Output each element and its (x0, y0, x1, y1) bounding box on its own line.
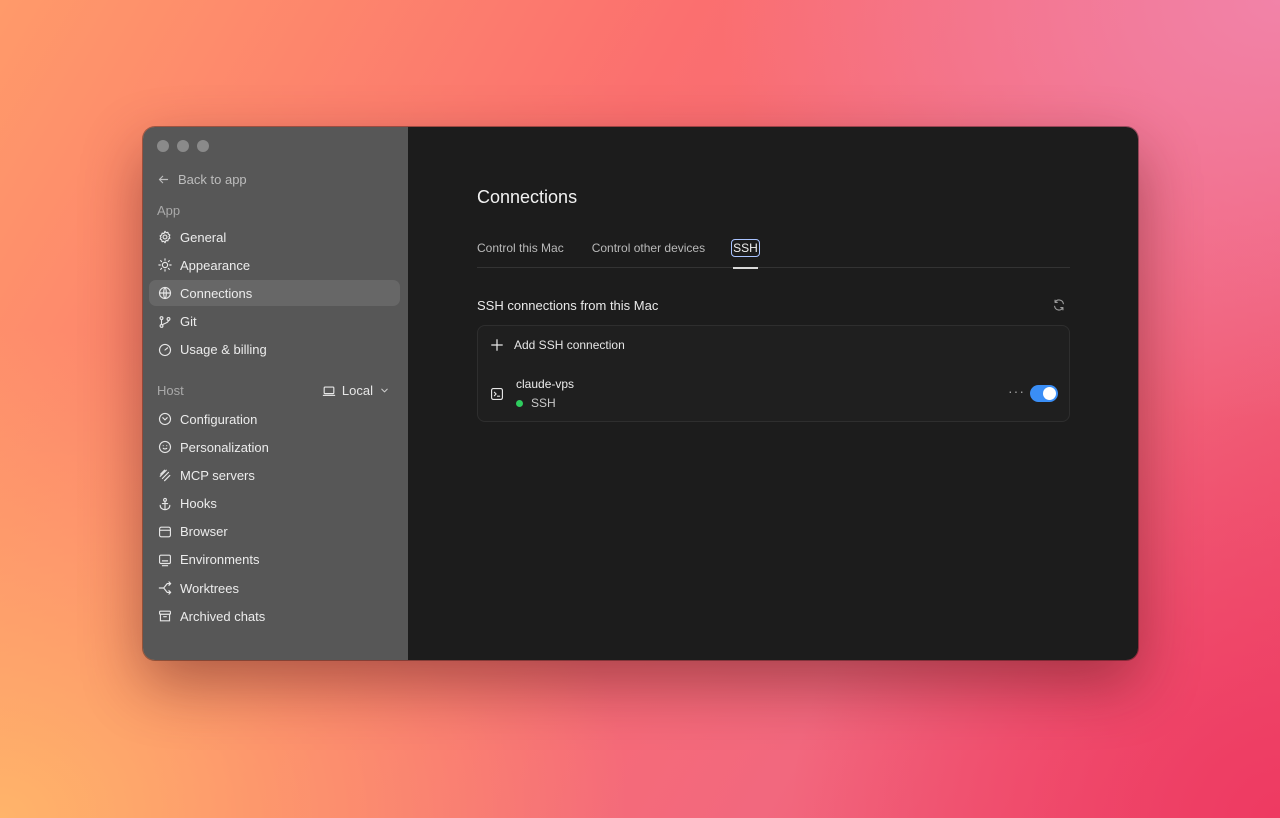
window-controls (157, 140, 209, 152)
status-dot (516, 399, 523, 407)
personalization-icon (158, 441, 172, 454)
tab-label: Control other devices (591, 241, 706, 255)
sidebar-item-browser[interactable]: Browser (149, 519, 400, 545)
sidebar-item-label: Connections (180, 285, 253, 301)
arrow-left-icon (158, 175, 169, 184)
sidebar-item-usage-billing[interactable]: Usage & billing (149, 337, 400, 363)
sidebar-item-label: General (180, 229, 227, 245)
more-options-button[interactable]: ··· (1008, 383, 1025, 399)
back-to-app-label: Back to app (178, 172, 247, 187)
page-title: Connections (477, 187, 578, 207)
sidebar-item-label: Usage & billing (180, 342, 267, 358)
sidebar-item-label: Archived chats (180, 608, 266, 624)
sidebar-item-label: Browser (180, 524, 228, 540)
tab-control-other-devices[interactable]: Control other devices (592, 240, 705, 268)
tab-label: SSH (731, 239, 760, 257)
sidebar-item-label: Hooks (180, 496, 217, 512)
tab-bar: Control this Mac Control other devices S… (477, 239, 1070, 269)
browser-icon (159, 526, 171, 538)
app-nav: General Appearance Connections Git Usage… (149, 224, 400, 365)
app-section-label: App (157, 203, 181, 218)
minimize-window-button[interactable] (177, 140, 189, 152)
sidebar-item-archived-chats[interactable]: Archived chats (149, 603, 400, 629)
zoom-window-button[interactable] (197, 140, 209, 152)
sidebar-item-label: Git (180, 314, 197, 330)
sidebar-item-appearance[interactable]: Appearance (149, 252, 400, 278)
sidebar-item-label: Configuration (180, 411, 258, 427)
sidebar-item-label: Appearance (180, 257, 251, 273)
tab-label: Control this Mac (477, 241, 564, 255)
environment-icon (159, 554, 171, 567)
sidebar-item-connections[interactable]: Connections (149, 280, 400, 307)
sidebar-item-label: Environments (180, 552, 260, 568)
archive-icon (159, 610, 171, 622)
sidebar-item-hooks[interactable]: Hooks (149, 491, 400, 517)
sidebar-item-worktrees[interactable]: Worktrees (149, 575, 400, 601)
sidebar-item-label: Personalization (180, 439, 269, 455)
worktree-icon (158, 581, 172, 595)
host-select-value: Local (341, 383, 373, 398)
back-to-app-link[interactable]: Back to app (157, 172, 247, 187)
tab-control-this-mac[interactable]: Control this Mac (477, 240, 564, 268)
terminal-icon (491, 388, 503, 400)
connection-toggle[interactable] (1030, 385, 1058, 402)
settings-window: Back to app App General Appearance Conne… (143, 127, 1138, 660)
laptop-icon (322, 385, 336, 396)
sidebar-item-label: MCP servers (180, 467, 255, 483)
gauge-icon (158, 343, 172, 356)
tab-ssh[interactable]: SSH (731, 239, 760, 269)
sidebar: Back to app App General Appearance Conne… (143, 127, 408, 660)
ssh-connections-card: Add SSH connection claude-vps SSH ··· (477, 325, 1070, 422)
globe-icon (158, 287, 172, 300)
refresh-icon[interactable] (1052, 298, 1066, 312)
host-select[interactable]: Local (322, 383, 390, 398)
sidebar-item-mcp-servers[interactable]: MCP servers (149, 462, 400, 488)
add-ssh-connection-button[interactable]: Add SSH connection (490, 338, 625, 352)
mcp-icon (159, 469, 171, 482)
anchor-icon (159, 497, 171, 510)
sidebar-item-label: Worktrees (180, 580, 239, 596)
git-branch-icon (159, 315, 171, 328)
gear-icon (159, 230, 171, 244)
connection-status: SSH (516, 396, 556, 410)
sidebar-item-configuration[interactable]: Configuration (149, 406, 400, 432)
host-nav: Configuration Personalization MCP server… (149, 406, 400, 632)
section-title: SSH connections from this Mac (477, 298, 659, 313)
connection-name: claude-vps (516, 377, 575, 391)
sidebar-item-git[interactable]: Git (149, 309, 400, 335)
main-panel: Connections Control this Mac Control oth… (408, 127, 1138, 660)
sun-icon (158, 258, 172, 272)
sidebar-item-personalization[interactable]: Personalization (149, 434, 400, 460)
connection-status-label: SSH (531, 396, 556, 410)
config-icon (158, 412, 172, 426)
close-window-button[interactable] (157, 140, 169, 152)
sidebar-item-environments[interactable]: Environments (149, 547, 400, 573)
host-section-label: Host (157, 383, 184, 398)
plus-icon (491, 339, 503, 351)
sidebar-item-general[interactable]: General (149, 224, 400, 250)
add-ssh-connection-label: Add SSH connection (514, 338, 625, 352)
chevron-down-icon (381, 388, 388, 393)
